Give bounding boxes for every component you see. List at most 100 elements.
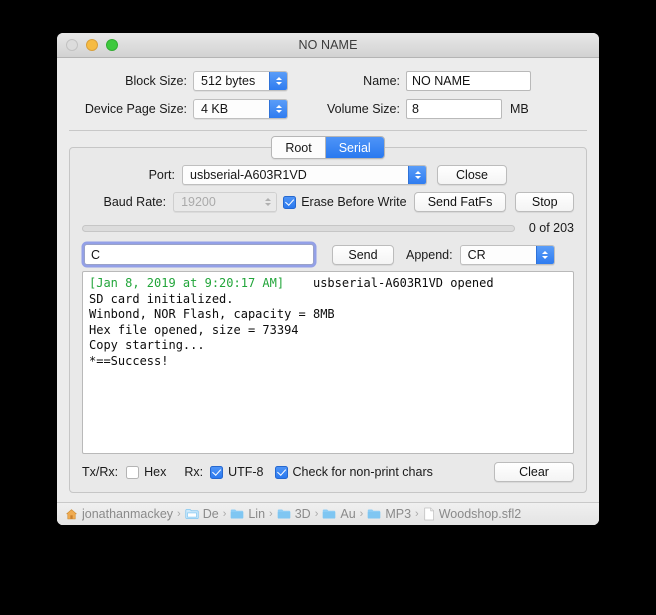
- breadcrumb-separator-icon: ›: [359, 508, 364, 520]
- device-page-size-select[interactable]: 4 KB: [193, 98, 288, 119]
- send-fatfs-button[interactable]: Send FatFs: [413, 192, 507, 212]
- breadcrumb-item[interactable]: jonathanmackey: [65, 507, 173, 521]
- device-page-size-stepper-icon[interactable]: [269, 99, 287, 118]
- terminal-text: usbserial-A603R1VD opened: [284, 276, 494, 290]
- breadcrumb-label: 3D: [294, 507, 311, 521]
- send-button[interactable]: Send: [332, 244, 394, 265]
- erase-before-write-checkbox[interactable]: Erase Before Write: [283, 195, 407, 209]
- title-bar: NO NAME: [57, 33, 599, 58]
- block-size-row: Block Size: 512 bytes Name: NO NAME: [71, 70, 585, 91]
- folder-icon: [322, 508, 336, 520]
- serial-panel: Port: usbserial-A603R1VD Close Baud Rate…: [69, 147, 587, 493]
- name-input[interactable]: NO NAME: [406, 70, 531, 91]
- terminal-text: *==Success!: [89, 353, 169, 368]
- port-stepper-icon[interactable]: [408, 166, 426, 184]
- append-stepper-icon[interactable]: [535, 245, 554, 264]
- terminal-line: Winbond, NOR Flash, capacity = 8MB: [89, 307, 567, 323]
- minimize-window-button[interactable]: [86, 39, 98, 51]
- utf8-label: UTF-8: [228, 465, 264, 479]
- breadcrumb-separator-icon: ›: [269, 508, 273, 520]
- nonprint-chars-checkbox[interactable]: Check for non-print chars: [274, 465, 433, 479]
- volume-size-unit: MB: [510, 101, 529, 116]
- breadcrumb-label: MP3: [385, 507, 412, 521]
- terminal-line: *==Success!: [89, 354, 567, 370]
- tab-serial[interactable]: Serial: [325, 137, 384, 158]
- breadcrumb-label: Woodshop.sfl2: [438, 507, 522, 521]
- port-select[interactable]: usbserial-A603R1VD: [182, 165, 427, 185]
- breadcrumb-item[interactable]: De: [185, 507, 219, 521]
- terminal-line: Copy starting...: [89, 338, 567, 354]
- volume-size-label: Volume Size:: [327, 101, 400, 116]
- breadcrumb-item[interactable]: Lin: [230, 507, 265, 521]
- terminal-line: SD card initialized.: [89, 292, 567, 308]
- breadcrumb-separator-icon: ›: [415, 508, 419, 520]
- baud-rate-row: Baud Rate: 19200 Erase Before Write Send…: [82, 192, 575, 212]
- name-label: Name:: [363, 73, 400, 88]
- breadcrumb-label: De: [202, 507, 219, 521]
- utf8-checkbox[interactable]: UTF-8: [210, 465, 264, 479]
- terminal-text: SD card initialized.: [89, 291, 234, 306]
- block-size-value: 512 bytes: [201, 73, 256, 88]
- terminal-timestamp: [Jan 8, 2019 at 9:20:17 AM]: [89, 276, 285, 290]
- breadcrumb-item[interactable]: 3D: [277, 507, 311, 521]
- append-select[interactable]: CR: [459, 244, 555, 265]
- stop-button[interactable]: Stop: [515, 192, 575, 212]
- volume-size-input[interactable]: 8: [406, 98, 502, 119]
- erase-before-write-label: Erase Before Write: [301, 195, 407, 209]
- nonprint-chars-label: Check for non-print chars: [292, 465, 433, 479]
- device-page-size-value: 4 KB: [201, 101, 229, 116]
- breadcrumb-label: Au: [340, 507, 356, 521]
- baud-rate-stepper-icon: [258, 193, 277, 211]
- txrx-label: Tx/Rx:: [82, 465, 119, 479]
- block-size-stepper-icon[interactable]: [269, 71, 287, 90]
- command-input[interactable]: C: [84, 244, 314, 265]
- tab-bar: Root Serial: [69, 136, 587, 159]
- breadcrumb-separator-icon: ›: [314, 508, 319, 520]
- breadcrumb-item[interactable]: Au: [322, 507, 356, 521]
- breadcrumb-item[interactable]: Woodshop.sfl2: [423, 507, 521, 521]
- transfer-progress-bar: [82, 224, 515, 232]
- window-body: Block Size: 512 bytes Name: NO NAME Devi…: [57, 58, 599, 525]
- terminal-line: Hex file opened, size = 73394: [89, 323, 567, 339]
- folder-open-icon: [185, 508, 199, 520]
- file-icon: [423, 507, 435, 521]
- folder-icon: [367, 508, 381, 520]
- volume-settings-form: Block Size: 512 bytes Name: NO NAME Devi…: [57, 58, 599, 128]
- block-size-select[interactable]: 512 bytes: [193, 70, 288, 91]
- port-label: Port:: [148, 168, 175, 182]
- breadcrumb-label: jonathanmackey: [82, 507, 174, 521]
- hex-checkbox[interactable]: Hex: [126, 465, 166, 479]
- tab-view: Root Serial Port: usbserial-A603R1VD Clo…: [69, 136, 587, 493]
- path-breadcrumb-bar: jonathanmackey › De › Lin › 3D › Au › MP3 › Woodshop…: [57, 502, 599, 525]
- breadcrumb-item[interactable]: MP3: [367, 507, 411, 521]
- device-page-size-row: Device Page Size: 4 KB Volume Size: 8 MB: [71, 98, 585, 119]
- window-controls: [66, 39, 118, 51]
- breadcrumb-separator-icon: ›: [222, 508, 227, 520]
- progress-row: 0 of 203: [82, 221, 574, 235]
- zoom-window-button[interactable]: [106, 39, 118, 51]
- terminal-options-row: Tx/Rx: Hex Rx: UTF-8 Check for non-print…: [82, 462, 574, 482]
- clear-button[interactable]: Clear: [494, 462, 574, 482]
- rx-label: Rx:: [184, 465, 204, 479]
- checkbox-check-icon: [274, 465, 288, 479]
- block-size-label: Block Size:: [125, 73, 187, 88]
- close-window-button[interactable]: [66, 39, 78, 51]
- breadcrumb-label: Lin: [248, 507, 266, 521]
- breadcrumb-separator-icon: ›: [177, 508, 181, 520]
- baud-rate-value: 19200: [181, 195, 216, 209]
- folder-icon: [277, 508, 291, 520]
- port-value: usbserial-A603R1VD: [190, 168, 307, 182]
- folder-icon: [230, 508, 244, 520]
- home-icon: [65, 508, 78, 521]
- tab-root[interactable]: Root: [272, 137, 326, 158]
- progress-text: 0 of 203: [528, 221, 574, 235]
- checkbox-check-icon: [210, 465, 224, 479]
- append-value: CR: [467, 247, 486, 262]
- close-port-button[interactable]: Close: [437, 165, 507, 185]
- terminal-output[interactable]: [Jan 8, 2019 at 9:20:17 AM] usbserial-A6…: [82, 271, 574, 454]
- port-row: Port: usbserial-A603R1VD Close: [82, 165, 574, 185]
- terminal-line: [Jan 8, 2019 at 9:20:17 AM] usbserial-A6…: [89, 276, 567, 292]
- application-window: NO NAME Block Size: 512 bytes Name: NO N…: [57, 33, 599, 525]
- checkbox-check-icon: [283, 195, 297, 209]
- terminal-text: Copy starting...: [89, 338, 205, 352]
